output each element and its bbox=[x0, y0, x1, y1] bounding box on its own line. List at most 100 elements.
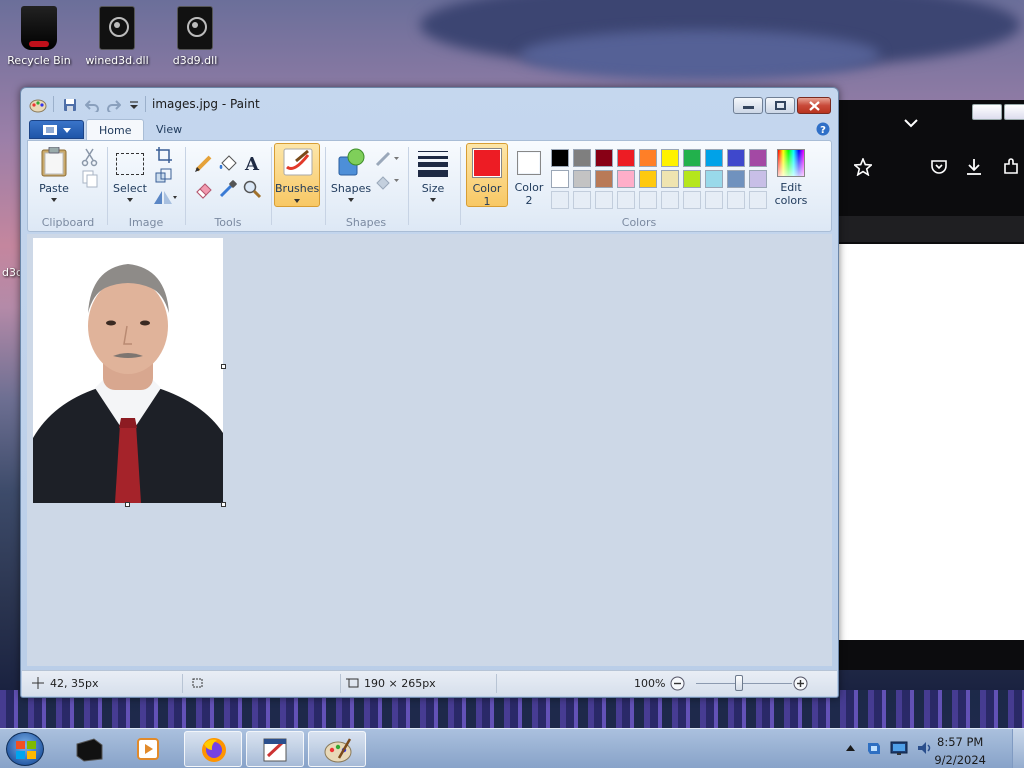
show-hidden-icons-icon[interactable] bbox=[846, 745, 855, 751]
desktop-icon-wined3d[interactable]: wined3d.dll bbox=[82, 6, 152, 67]
undo-icon[interactable] bbox=[85, 98, 99, 112]
chevron-down-icon bbox=[51, 198, 57, 202]
save-icon[interactable] bbox=[63, 98, 77, 112]
size-button[interactable]: Size bbox=[412, 145, 454, 205]
cut-icon[interactable] bbox=[80, 147, 100, 167]
action-center-icon[interactable] bbox=[866, 740, 882, 756]
start-button[interactable] bbox=[6, 732, 44, 766]
palette-swatch[interactable] bbox=[595, 170, 613, 188]
custom-color-slot[interactable] bbox=[749, 191, 767, 209]
brushes-button[interactable]: Brushes bbox=[274, 143, 320, 207]
custom-color-slot[interactable] bbox=[617, 191, 635, 209]
clock[interactable]: 8:57 PM 9/2/2024 bbox=[934, 733, 986, 768]
color2-button[interactable]: Color 2 bbox=[510, 145, 548, 207]
edit-colors-button[interactable]: Edit colors bbox=[772, 145, 810, 207]
palette-swatch[interactable] bbox=[639, 149, 657, 167]
zoom-slider-track[interactable] bbox=[696, 683, 792, 684]
palette-swatch[interactable] bbox=[595, 149, 613, 167]
custom-color-slot[interactable] bbox=[727, 191, 745, 209]
copy-icon[interactable] bbox=[80, 169, 100, 189]
shapes-button[interactable]: Shapes bbox=[330, 145, 372, 205]
crop-icon[interactable] bbox=[154, 145, 174, 165]
taskbar-item-media-player[interactable] bbox=[120, 731, 178, 767]
color1-button[interactable]: Color 1 bbox=[466, 143, 508, 208]
custom-color-slot[interactable] bbox=[551, 191, 569, 209]
resize-handle-corner[interactable] bbox=[221, 502, 226, 507]
palette-swatch[interactable] bbox=[573, 170, 591, 188]
paint-app-icon[interactable] bbox=[29, 96, 47, 114]
minimize-button[interactable] bbox=[733, 97, 763, 114]
custom-color-slot[interactable] bbox=[705, 191, 723, 209]
canvas-area[interactable] bbox=[27, 234, 832, 666]
palette-swatch[interactable] bbox=[573, 149, 591, 167]
paint-window[interactable]: images.jpg - Paint Home View ? Paste Cli… bbox=[20, 87, 839, 698]
resize-icon[interactable] bbox=[154, 166, 174, 186]
custom-color-slot[interactable] bbox=[661, 191, 679, 209]
custom-color-slot[interactable] bbox=[595, 191, 613, 209]
pocket-icon[interactable] bbox=[930, 158, 948, 176]
resize-handle-bottom[interactable] bbox=[125, 502, 130, 507]
palette-swatch[interactable] bbox=[705, 170, 723, 188]
palette-swatch[interactable] bbox=[661, 149, 679, 167]
brushes-label: Brushes bbox=[275, 182, 320, 195]
volume-icon[interactable] bbox=[916, 740, 934, 756]
palette-swatch[interactable] bbox=[551, 149, 569, 167]
show-desktop-button[interactable] bbox=[1012, 729, 1024, 768]
palette-swatch[interactable] bbox=[617, 170, 635, 188]
palette-swatch[interactable] bbox=[705, 149, 723, 167]
chevron-down-icon[interactable] bbox=[904, 118, 918, 128]
taskbar-item-paint[interactable] bbox=[308, 731, 366, 767]
download-icon[interactable] bbox=[965, 158, 983, 176]
pencil-icon[interactable] bbox=[194, 153, 214, 173]
desktop-icon-d3d9[interactable]: d3d9.dll bbox=[160, 6, 230, 67]
custom-color-slot[interactable] bbox=[683, 191, 701, 209]
canvas-image[interactable] bbox=[33, 238, 223, 503]
magnifier-icon[interactable] bbox=[242, 179, 262, 199]
palette-swatch[interactable] bbox=[617, 149, 635, 167]
network-icon[interactable] bbox=[890, 740, 908, 756]
star-icon[interactable] bbox=[854, 158, 872, 176]
title-bar[interactable]: images.jpg - Paint bbox=[21, 88, 838, 118]
text-icon[interactable]: A bbox=[242, 153, 262, 173]
tab-view[interactable]: View bbox=[144, 119, 194, 141]
taskbar-item-editor[interactable] bbox=[246, 731, 304, 767]
palette-swatch[interactable] bbox=[551, 170, 569, 188]
palette-swatch[interactable] bbox=[749, 149, 767, 167]
select-button[interactable]: Select bbox=[110, 145, 150, 203]
palette-swatch[interactable] bbox=[683, 170, 701, 188]
eraser-icon[interactable] bbox=[194, 179, 214, 199]
fill-shape-icon[interactable] bbox=[374, 171, 400, 191]
palette-swatch[interactable] bbox=[727, 170, 745, 188]
custom-color-slot[interactable] bbox=[573, 191, 591, 209]
redo-icon[interactable] bbox=[107, 98, 121, 112]
fill-icon[interactable] bbox=[218, 153, 238, 173]
zoom-in-icon[interactable] bbox=[793, 676, 808, 691]
paint-menu-button[interactable] bbox=[29, 120, 84, 139]
close-button[interactable] bbox=[797, 97, 831, 114]
taskbar-item-firefox[interactable] bbox=[184, 731, 242, 767]
custom-color-slot[interactable] bbox=[639, 191, 657, 209]
palette-swatch[interactable] bbox=[683, 149, 701, 167]
extensions-icon[interactable] bbox=[1002, 158, 1020, 176]
zoom-out-icon[interactable] bbox=[670, 676, 685, 691]
help-icon[interactable]: ? bbox=[816, 122, 830, 136]
palette-swatch[interactable] bbox=[727, 149, 745, 167]
customize-quick-access-icon[interactable] bbox=[127, 98, 141, 112]
zoom-slider-thumb[interactable] bbox=[735, 675, 743, 691]
tab-home[interactable]: Home bbox=[86, 119, 145, 141]
restore-button[interactable] bbox=[765, 97, 795, 114]
background-browser-window[interactable] bbox=[820, 100, 1024, 670]
chevron-down-icon bbox=[430, 198, 436, 202]
color-picker-icon[interactable] bbox=[218, 179, 238, 199]
outline-icon[interactable] bbox=[374, 149, 400, 169]
palette-swatch[interactable] bbox=[749, 170, 767, 188]
palette-swatch[interactable] bbox=[639, 170, 657, 188]
rotate-icon[interactable] bbox=[152, 187, 178, 207]
taskbar-item-app1[interactable] bbox=[60, 731, 118, 767]
paste-button[interactable]: Paste bbox=[34, 145, 74, 203]
palette-swatch[interactable] bbox=[661, 170, 679, 188]
browser-minimize-button[interactable] bbox=[972, 104, 1002, 120]
browser-maximize-button[interactable] bbox=[1004, 104, 1024, 120]
resize-handle-right[interactable] bbox=[221, 364, 226, 369]
desktop-icon-recycle-bin[interactable]: Recycle Bin bbox=[4, 6, 74, 67]
